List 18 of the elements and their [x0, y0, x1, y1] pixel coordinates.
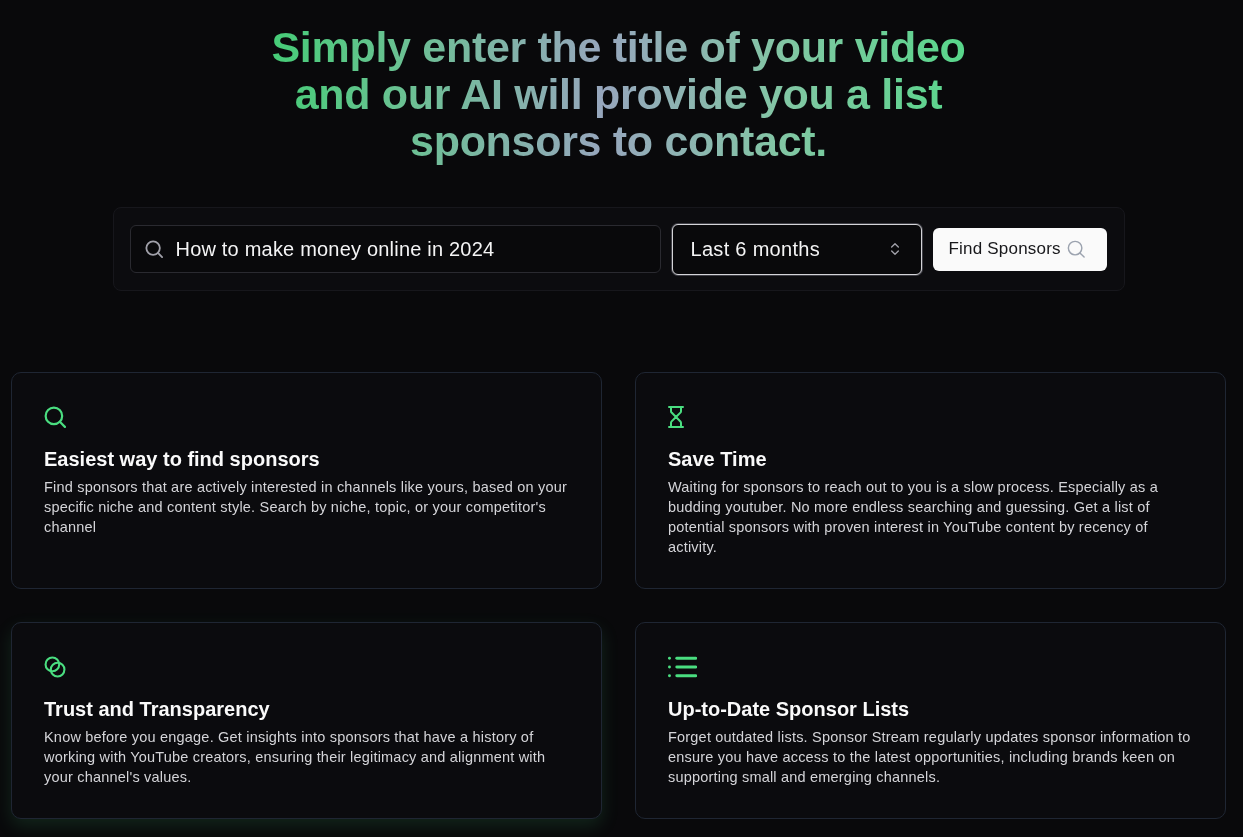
feature-description: Know before you engage. Get insights into sponsors that have a history of working with YouTube creators, ensuring their legitimacy and alignment with your channel's values. — [44, 728, 547, 787]
magnifier-icon — [44, 406, 66, 428]
overlapping-circles-icon — [44, 656, 66, 678]
search-field[interactable]: How to make money online in 2024 — [129, 225, 661, 273]
feature-description: Find sponsors that are actively interested in channels like yours, based on your specific niche and content style. Search by niche, topic, or your competitor's channel — [44, 478, 568, 537]
list-icon — [668, 656, 698, 678]
search-icon — [1066, 240, 1085, 258]
hourglass-icon — [668, 406, 684, 428]
search-icon — [144, 240, 163, 258]
chevron-up-down-icon — [890, 243, 899, 255]
feature-title: Trust and Transparency — [44, 697, 271, 722]
period-dropdown[interactable]: Last 6 months — [671, 223, 922, 275]
feature-title: Save Time — [668, 447, 768, 472]
feature-title: Up-to-Date Sponsor Lists — [668, 697, 911, 722]
feature-description: Forget outdated lists. Sponsor Stream regularly updates sponsor information to ensure you have access to the latest opportunities, including brands keen on supporting small and emerging channels. — [668, 728, 1192, 787]
feature-description: Waiting for sponsors to reach out to you is a slow process. Especially as a budding youtuber. No more endless searching and guessing. Get a list of potential sponsors with proven interest in YouTube content by recency of activity. — [668, 478, 1159, 557]
feature-title: Easiest way to find sponsors — [44, 447, 321, 472]
find-sponsors-button[interactable]: Find Sponsors — [932, 227, 1107, 271]
